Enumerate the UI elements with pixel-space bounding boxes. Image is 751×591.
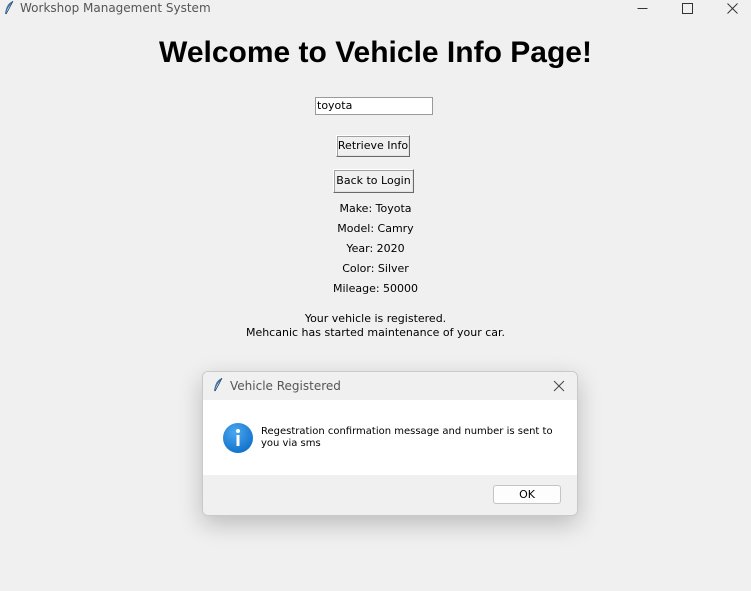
dialog-close-icon[interactable] bbox=[551, 378, 567, 394]
vehicle-make: Make: Toyota bbox=[339, 202, 412, 215]
vehicle-model: Model: Camry bbox=[337, 222, 414, 235]
info-icon bbox=[223, 423, 253, 453]
status-message-line1: Your vehicle is registered. bbox=[304, 312, 447, 325]
minimize-icon bbox=[637, 8, 648, 9]
window-titlebar: Workshop Management System bbox=[0, 0, 751, 17]
vehicle-mileage: Mileage: 50000 bbox=[332, 282, 419, 295]
window-title: Workshop Management System bbox=[20, 1, 211, 15]
feather-icon bbox=[214, 378, 223, 392]
close-window-button[interactable] bbox=[710, 0, 751, 17]
maximize-icon bbox=[682, 3, 693, 14]
back-to-login-button[interactable]: Back to Login bbox=[333, 169, 414, 193]
vehicle-registered-dialog: Vehicle Registered Regestration confirma… bbox=[202, 371, 578, 516]
close-icon bbox=[727, 3, 738, 14]
minimize-button[interactable] bbox=[620, 0, 666, 17]
dialog-titlebar: Vehicle Registered bbox=[203, 372, 577, 400]
dialog-title: Vehicle Registered bbox=[230, 379, 341, 393]
dialog-message: Regestration confirmation message and nu… bbox=[261, 426, 553, 449]
ok-button[interactable]: OK bbox=[493, 485, 561, 504]
vehicle-year: Year: 2020 bbox=[346, 242, 405, 255]
maximize-button[interactable] bbox=[665, 0, 711, 17]
feather-icon bbox=[5, 1, 14, 15]
dialog-footer: OK bbox=[203, 475, 577, 515]
dialog-body: Regestration confirmation message and nu… bbox=[203, 400, 577, 475]
vehicle-color: Color: Silver bbox=[342, 262, 409, 275]
page-heading: Welcome to Vehicle Info Page! bbox=[159, 36, 592, 69]
status-message-line2: Mehcanic has started maintenance of your… bbox=[245, 326, 506, 339]
vehicle-search-input[interactable]: toyota bbox=[315, 97, 433, 115]
retrieve-info-button[interactable]: Retrieve Info bbox=[336, 135, 410, 157]
